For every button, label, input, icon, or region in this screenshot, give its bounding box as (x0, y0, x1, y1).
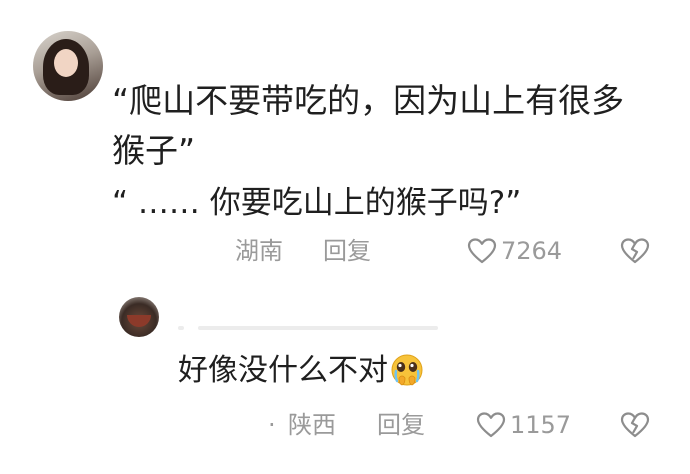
reply-text: 好像没什么不对 (178, 353, 388, 388)
reply-username-faint (178, 326, 184, 330)
avatar-face (54, 49, 78, 77)
pleading-face-with-hands-emoji (391, 354, 423, 386)
reply-reply-button[interactable]: 回复 (377, 410, 425, 440)
reply-username-faint-line (198, 326, 438, 330)
broken-heart-icon[interactable] (620, 411, 650, 439)
comment-location: 湖南 (235, 237, 283, 265)
heart-outline-icon (467, 238, 497, 264)
avatar-food-bowl (127, 315, 151, 327)
reply-location: 陕西 (288, 411, 336, 439)
comment-text-line-2: 猴子” (112, 131, 196, 170)
comment-text-line-3: “ …… 你要吃山上的猴子吗?” (112, 185, 522, 221)
reply-like-count: 1157 (510, 411, 572, 439)
reply-like-button[interactable]: 1157 (476, 410, 571, 440)
comment-like-button[interactable]: 7264 (467, 236, 562, 266)
broken-heart-icon[interactable] (620, 237, 650, 265)
reply-avatar[interactable] (119, 297, 159, 337)
reply-text-row: 好像没什么不对 (178, 348, 424, 394)
comment-like-count: 7264 (501, 237, 563, 265)
commenter-avatar[interactable] (33, 31, 103, 101)
comment-reply-button[interactable]: 回复 (323, 236, 371, 266)
heart-outline-icon (476, 412, 506, 438)
comment-text-line-1: “爬山不要带吃的，因为山上有很多 (112, 81, 625, 120)
reply-meta-separator: · (268, 411, 276, 439)
